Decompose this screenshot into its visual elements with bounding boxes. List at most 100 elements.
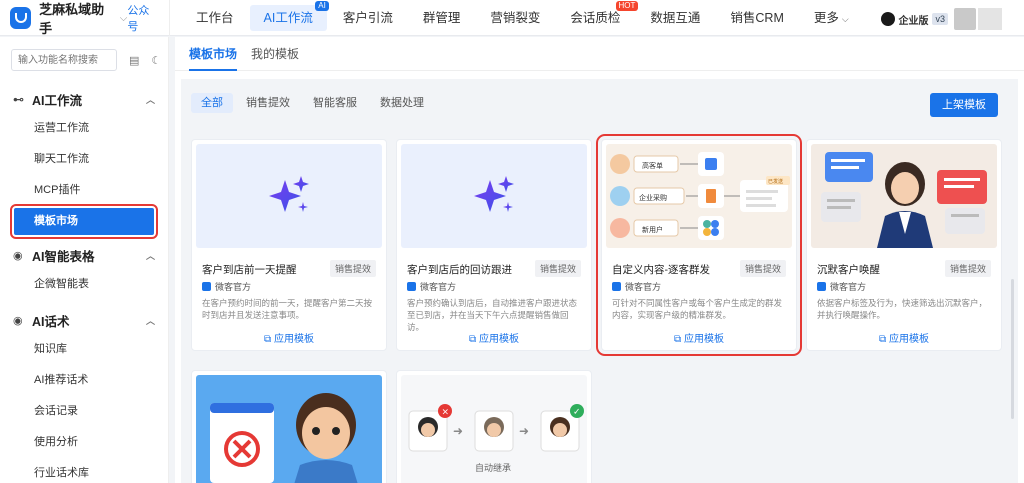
- sidebar-item-usage-analysis[interactable]: 使用分析: [0, 427, 168, 458]
- upload-template-button[interactable]: 上架模板: [930, 93, 998, 117]
- sidebar-item-industry-scripts[interactable]: 行业话术库: [0, 458, 168, 483]
- apply-template-button[interactable]: ⧉ 应用模板: [602, 330, 796, 345]
- ai-badge: AI: [315, 1, 329, 11]
- card-image: 高客单 企业采购 新用户 已发送: [606, 144, 792, 248]
- sent-label: 已发送: [768, 178, 783, 185]
- group-send-illustration: 高客单 企业采购 新用户 已发送: [610, 152, 790, 240]
- chevron-up-icon: ︿: [145, 94, 155, 105]
- group-title: AI智能表格: [32, 249, 95, 264]
- sidebar-item-wecom-table[interactable]: 企微智能表: [0, 269, 168, 300]
- template-card[interactable]: 客户到店后的回访跟进 销售提效 微客官方 客户预约确认到店后，自动推进客户跟进状…: [396, 139, 592, 351]
- template-card-highlighted[interactable]: 高客单 企业采购 新用户 已发送 自定义内容-逐客群发 销售提效 微客官方 可针…: [596, 134, 802, 356]
- tab-template-market[interactable]: 模板市场: [189, 37, 238, 71]
- svg-text:✓: ✓: [573, 408, 581, 418]
- account-area[interactable]: 企业版 v3: [881, 8, 1002, 30]
- brand-name: 芝麻私域助手: [39, 2, 105, 36]
- card-title: 客户到店后的回访跟进: [407, 264, 512, 276]
- nav-item-group-management[interactable]: 群管理: [409, 5, 475, 31]
- card-image: × ➜ ➜ ✓ 自动继承: [401, 375, 587, 483]
- nav-item-customer-acquisition[interactable]: 客户引流: [329, 5, 407, 31]
- sidebar-item-ai-recommend[interactable]: AI推荐话术: [0, 365, 168, 396]
- chevron-up-icon: ︿: [145, 315, 155, 326]
- official-icon: [817, 282, 826, 291]
- sidebar-item-session-records[interactable]: 会话记录: [0, 396, 168, 427]
- app-logo-icon: [10, 7, 32, 29]
- ai-circle-icon: ◉: [13, 249, 23, 262]
- avatar[interactable]: [954, 8, 976, 30]
- card-tag: 销售提效: [739, 260, 786, 277]
- card-source: 微客官方: [202, 280, 251, 293]
- nav-item-workbench[interactable]: 工作台: [182, 5, 248, 31]
- template-content: 全部 销售提效 智能客服 数据处理 上架模板 客户到店前一天提醒 销售提效 微客…: [181, 79, 1018, 483]
- svg-text:➜: ➜: [519, 424, 529, 438]
- sidebar: ▤ ☾ ⊷ AI工作流 ︿ 运营工作流 聊天工作流 MCP插件 模板市场 ◉ A…: [0, 37, 169, 483]
- nav-item-session-qc[interactable]: 会话质检 HOT: [556, 1, 639, 31]
- card-title: 客户到店前一天提醒: [202, 264, 297, 276]
- sidebar-item-mcp-plugin[interactable]: MCP插件: [0, 175, 168, 206]
- svg-text:➜: ➜: [453, 424, 463, 438]
- moon-icon[interactable]: ☾: [151, 54, 161, 67]
- card-source: 微客官方: [612, 280, 661, 293]
- apply-template-button[interactable]: ⧉ 应用模板: [397, 330, 591, 345]
- sidebar-group-ai-table[interactable]: ◉ AI智能表格 ︿: [0, 241, 168, 269]
- error-browser-illustration: [210, 393, 358, 483]
- apply-template-button[interactable]: ⧉ 应用模板: [192, 330, 386, 345]
- official-account-link[interactable]: 公众号: [127, 2, 159, 34]
- nav-item-sales-crm[interactable]: 销售CRM: [716, 5, 797, 31]
- template-card[interactable]: 沉默客户唤醒 销售提效 微客官方 依据客户标签及行为，快速筛选出沉默客户，并执行…: [806, 139, 1002, 351]
- nav-item-data-sync[interactable]: 数据互通: [636, 5, 714, 31]
- filter-smart-service[interactable]: 智能客服: [303, 93, 367, 113]
- card-source: 微客官方: [407, 280, 456, 293]
- sidebar-item-knowledge-base[interactable]: 知识库: [0, 334, 168, 365]
- card-image: [196, 144, 382, 248]
- card-title: 沉默客户唤醒: [817, 264, 880, 276]
- group-title: AI话术: [32, 314, 70, 329]
- nav-item-marketing-fission[interactable]: 营销裂变: [476, 5, 554, 31]
- card-description: 可针对不同属性客户或每个客户生成定的群发内容，实现客户级的精准群发。: [612, 298, 783, 320]
- tab-bar: 模板市场 我的模板: [175, 37, 1024, 71]
- tab-my-templates[interactable]: 我的模板: [251, 37, 299, 71]
- workflow-icon: ⊷: [13, 93, 24, 106]
- main-nav: 工作台 AI工作流 AI 客户引流 群管理 营销裂变 会话质检 HOT 数据互通 销…: [182, 0, 865, 36]
- sparkle-icon: [474, 176, 514, 212]
- svg-text:×: ×: [442, 408, 450, 418]
- category-filters: 全部 销售提效 智能客服 数据处理: [191, 93, 437, 113]
- flow-label: 高客单: [642, 161, 663, 170]
- hot-badge: HOT: [615, 1, 639, 11]
- card-tag: 销售提效: [329, 260, 376, 277]
- sidebar-item-template-market[interactable]: 模板市场: [10, 204, 158, 239]
- card-description: 客户预约确认到店后，自动推进客户跟进状态至已到店，并在当天下午六点提醒销售做回访…: [407, 298, 578, 332]
- chevron-up-icon: ︿: [145, 250, 155, 261]
- card-tag: 销售提效: [944, 260, 991, 277]
- filter-all[interactable]: 全部: [191, 93, 233, 113]
- template-card[interactable]: [191, 370, 387, 483]
- filter-sales[interactable]: 销售提效: [236, 93, 300, 113]
- nav-item-ai-workflow[interactable]: AI工作流 AI: [249, 1, 329, 31]
- top-bar: 芝麻私域助手 ⌵ 公众号 工作台 AI工作流 AI 客户引流 群管理 营销裂变 会…: [0, 0, 1024, 36]
- card-source: 微客官方: [817, 280, 866, 293]
- card-image: [196, 375, 382, 483]
- template-card[interactable]: × ➜ ➜ ✓ 自动继承: [396, 370, 592, 483]
- template-card[interactable]: 客户到店前一天提醒 销售提效 微客官方 在客户预约时间的前一天，提醒客户第二天按…: [191, 139, 387, 351]
- edition-label: 企业版: [898, 15, 929, 27]
- search-input[interactable]: [11, 49, 117, 71]
- sidebar-item-ops-workflow[interactable]: 运营工作流: [0, 113, 168, 144]
- sidebar-group-ai-workflow[interactable]: ⊷ AI工作流 ︿: [0, 85, 168, 113]
- sidebar-group-ai-script[interactable]: ◉ AI话术 ︿: [0, 306, 168, 334]
- layout-icon[interactable]: ▤: [129, 54, 139, 67]
- main-panel: 模板市场 我的模板 全部 销售提效 智能客服 数据处理 上架模板 客户到店前一天…: [175, 37, 1024, 483]
- apply-template-button[interactable]: ⧉ 应用模板: [807, 330, 1001, 345]
- scrollbar[interactable]: [1011, 279, 1014, 419]
- filter-data-processing[interactable]: 数据处理: [370, 93, 434, 113]
- customer-wakeup-illustration: [821, 152, 987, 248]
- nav-item-more[interactable]: 更多 ⌵: [800, 5, 863, 31]
- ai-circle-icon: ◉: [13, 314, 23, 327]
- card-tag: 销售提效: [534, 260, 581, 277]
- sidebar-item-chat-workflow[interactable]: 聊天工作流: [0, 144, 168, 175]
- chevron-down-icon[interactable]: ⌵: [120, 13, 128, 24]
- account-name-blurred: [978, 8, 1002, 30]
- official-icon: [202, 282, 211, 291]
- version-badge: v3: [932, 13, 948, 25]
- inherit-label: 自动继承: [475, 462, 511, 474]
- group-title: AI工作流: [32, 93, 83, 108]
